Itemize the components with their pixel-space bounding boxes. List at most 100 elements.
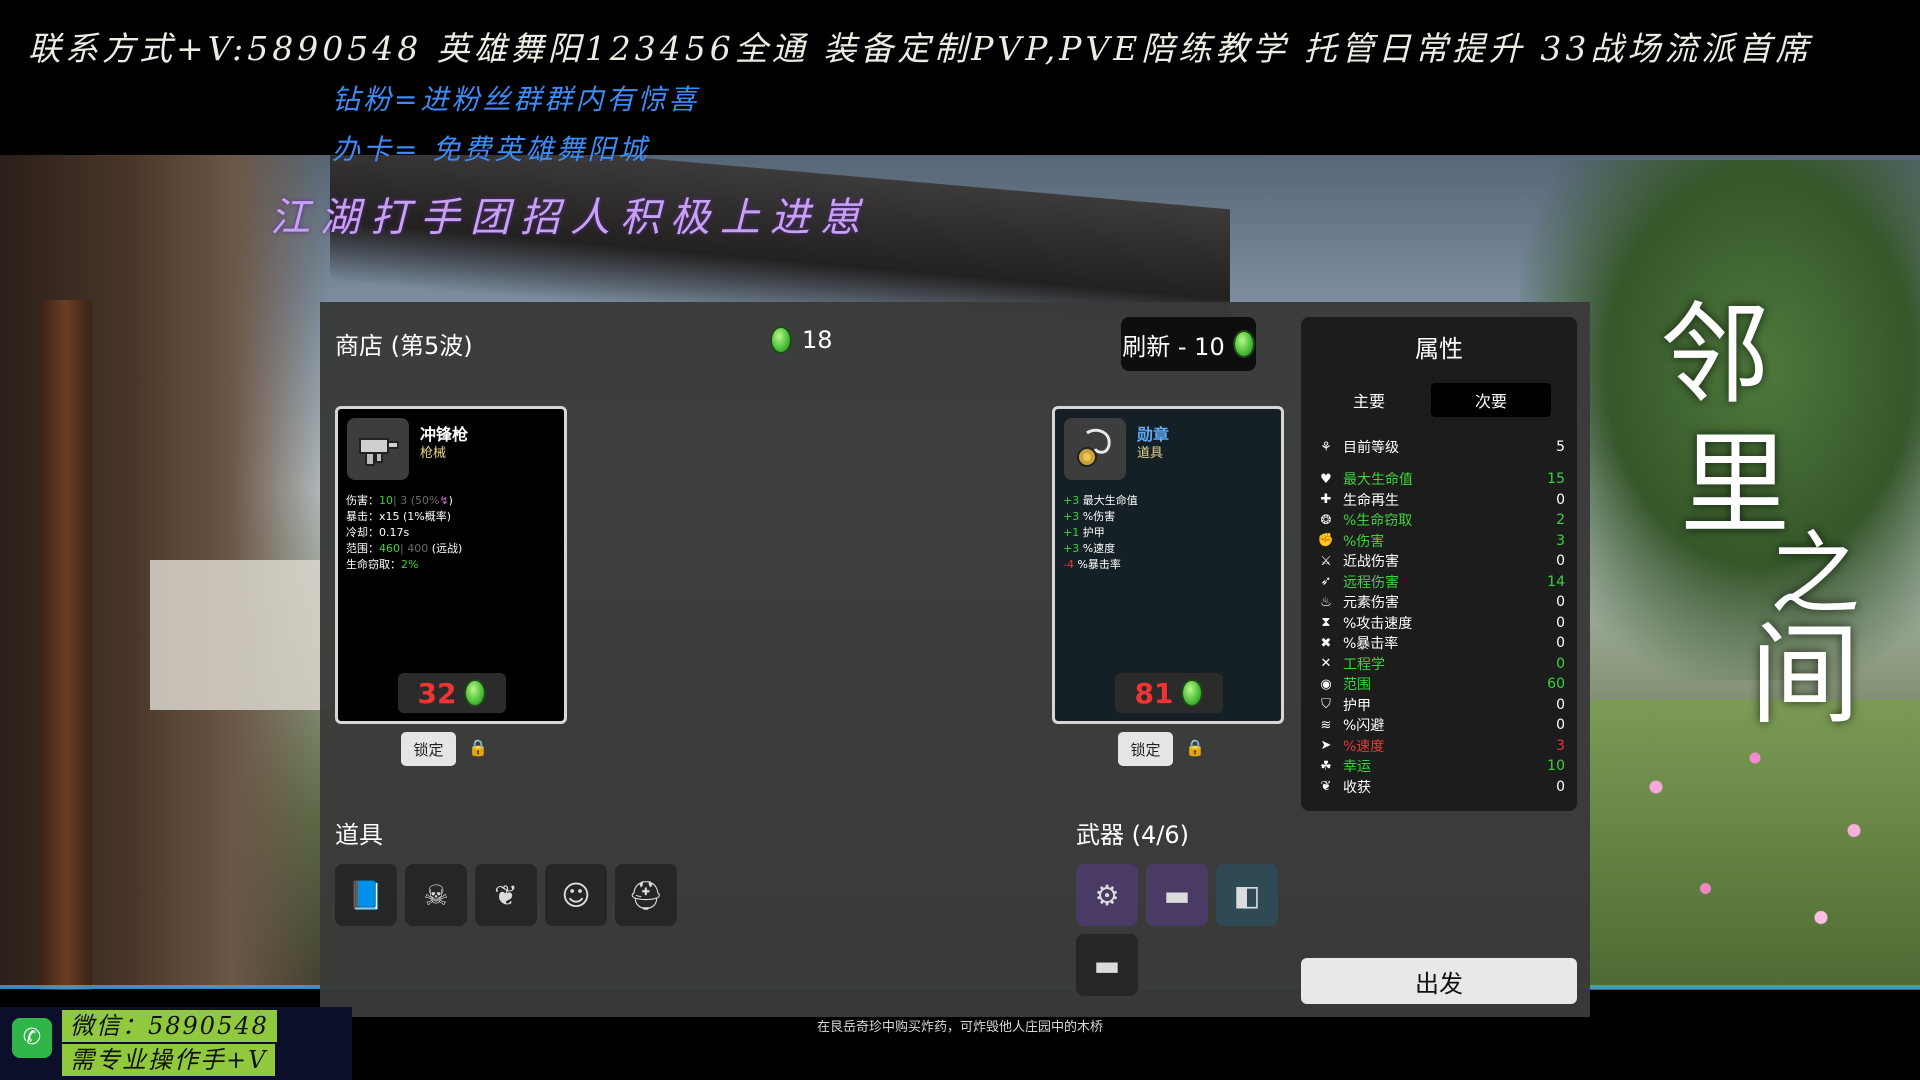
fire-icon: ♨ — [1320, 594, 1332, 610]
smg-icon[interactable]: ▬ — [1146, 864, 1208, 926]
book-icon[interactable]: 📘 — [335, 864, 397, 926]
stat-lifesteal: 生命窃取：2% — [346, 558, 419, 571]
lock-button[interactable]: 锁定 — [1118, 732, 1173, 766]
stat-crit: 暴击：x15 (1%概率) — [346, 510, 452, 523]
calligraphy-char: 之 — [1770, 522, 1860, 627]
effect-max-hp: +3 最大生命值 — [1063, 494, 1138, 507]
refresh-button[interactable]: 刷新 - 10 — [1121, 317, 1256, 371]
background-wall — [150, 560, 330, 710]
stat-range: 范围：460| 400 (远战) — [346, 542, 463, 555]
effect-crit: -4 %暴击率 — [1063, 558, 1121, 571]
laser-gun-icon[interactable]: ◧ — [1216, 864, 1278, 926]
card-category: 道具 — [1137, 446, 1164, 461]
stat-row-attack-speed: ⧗ %攻击速度 0 — [1315, 613, 1565, 633]
overlay-promo-card: 办卡= 免费英雄舞阳城 — [332, 133, 650, 166]
luck-icon: ☘ — [1320, 758, 1332, 774]
overlay-promo-fans: 钻粉=进粉丝群群内有惊喜 — [332, 83, 700, 116]
game-screen: 联系方式+V:5890548 英雄舞阳123456全通 装备定制PVP,PVE陪… — [0, 0, 1920, 1080]
calligraphy-title: 邻 里 之 间 — [1640, 300, 1900, 740]
butterfly-icon[interactable]: ❦ — [475, 864, 537, 926]
stat-row-max-hp: ♥ 最大生命值 15 — [1315, 469, 1565, 489]
stat-row-speed: ➤ %速度 3 — [1315, 736, 1565, 756]
overlay-recruit-text: 江湖打手团招人积极上进崽 — [270, 195, 870, 241]
stat-row-range: ◉ 范围 60 — [1315, 674, 1565, 694]
stat-row-crit: ✖ %暴击率 0 — [1315, 633, 1565, 653]
speed-icon: ➤ — [1320, 738, 1332, 753]
refresh-label: 刷新 - 10 — [1122, 332, 1225, 361]
material-icon — [1181, 679, 1204, 707]
minigun-icon[interactable]: ⚙ — [1076, 864, 1138, 926]
gold-counter: 18 — [770, 326, 833, 354]
shop-panel: 商店 (第5波) 18 刷新 - 10 冲锋枪 枪械 伤害：10| 3 (50%… — [320, 302, 1590, 1017]
card-stats: 伤害：10| 3 (50%↯) 暴击：x15 (1%概率) 冷却：0.17s 范… — [346, 493, 462, 573]
stats-panel: 属性 主要 次要 ⚘ 目前等级 5 ♥ 最大生命值 15 ✚ 生命再生 0 ❂ %生命窃取… — [1301, 317, 1577, 811]
go-button[interactable]: 出发 — [1301, 958, 1577, 1004]
shop-card-medal[interactable]: 勋章 道具 +3 最大生命值 +3 %伤害 +1 护甲 +3 %速度 -4 %暴… — [1052, 406, 1284, 724]
overlay-contact-line: 联系方式+V:5890548 英雄舞阳123456全通 装备定制PVP,PVE陪… — [28, 29, 1813, 68]
stat-row-engineering: ✕ 工程学 0 — [1315, 654, 1565, 674]
tab-primary[interactable]: 主要 — [1309, 383, 1429, 417]
card-effects: +3 最大生命值 +3 %伤害 +1 护甲 +3 %速度 -4 %暴击率 — [1063, 493, 1138, 573]
stat-row-luck: ☘ 幸运 10 — [1315, 756, 1565, 776]
padlock-icon: 🔒 — [468, 738, 488, 757]
shop-title: 商店 (第5波) — [335, 332, 473, 360]
wechat-id-text: 微信：5890548 — [62, 1010, 277, 1042]
stat-row-lifesteal: ❂ %生命窃取 2 — [1315, 510, 1565, 530]
material-icon — [464, 679, 487, 707]
smg-icon — [347, 418, 409, 480]
stat-row-harvest: ❦ 收获 0 — [1315, 777, 1565, 797]
regen-icon: ✚ — [1320, 492, 1332, 507]
stats-title: 属性 — [1415, 335, 1463, 363]
stat-damage: 伤害：10| 3 (50%↯) — [346, 494, 453, 507]
effect-speed: +3 %速度 — [1063, 542, 1116, 555]
background-pillar — [40, 300, 92, 990]
ranged-icon: ➶ — [1320, 574, 1332, 589]
heart-icon: ♥ — [1320, 471, 1332, 487]
stat-row-melee: ⚔ 近战伤害 0 — [1315, 551, 1565, 571]
buy-price-button[interactable]: 81 — [1115, 673, 1223, 713]
level-icon: ⚘ — [1320, 439, 1332, 455]
engineering-icon: ✕ — [1320, 656, 1332, 671]
lifesteal-icon: ❂ — [1320, 512, 1332, 528]
items-title: 道具 — [335, 821, 383, 849]
stat-row-damage: ✊ %伤害 3 — [1315, 531, 1565, 551]
crit-icon: ✖ — [1320, 635, 1332, 651]
damage-icon: ✊ — [1317, 533, 1335, 548]
melee-icon: ⚔ — [1320, 553, 1332, 569]
skull-mask-icon[interactable]: ☠ — [405, 864, 467, 926]
weapons-title: 武器 (4/6) — [1076, 821, 1189, 849]
wechat-icon: ✆ — [12, 1018, 52, 1058]
stat-row-armor: ⛉ 护甲 0 — [1315, 695, 1565, 715]
wechat-ad-text: 需专业操作手+V — [62, 1044, 276, 1076]
stat-row-level: ⚘ 目前等级 5 — [1315, 437, 1565, 457]
shop-card-smg[interactable]: 冲锋枪 枪械 伤害：10| 3 (50%↯) 暴击：x15 (1%概率) 冷却：… — [335, 406, 567, 724]
stat-row-ranged: ➶ 远程伤害 14 — [1315, 572, 1565, 592]
stat-row-elemental: ♨ 元素伤害 0 — [1315, 592, 1565, 612]
effect-damage: +3 %伤害 — [1063, 510, 1116, 523]
armor-icon: ⛉ — [1321, 697, 1331, 712]
propeller-hat-icon[interactable]: ⛑ — [615, 864, 677, 926]
stat-row-dodge: ≋ %闪避 0 — [1315, 715, 1565, 735]
effect-armor: +1 护甲 — [1063, 526, 1105, 539]
calligraphy-char: 间 — [1750, 611, 1860, 739]
price-value: 32 — [417, 676, 457, 710]
calligraphy-char: 邻 — [1660, 291, 1770, 419]
dodge-icon: ≋ — [1320, 717, 1332, 733]
padlock-icon: 🔒 — [1185, 738, 1205, 757]
stat-cooldown: 冷却：0.17s — [346, 526, 410, 539]
card-category: 枪械 — [420, 446, 447, 461]
ghost-icon[interactable]: ☺ — [545, 864, 607, 926]
tab-secondary[interactable]: 次要 — [1431, 383, 1551, 417]
gold-amount: 18 — [802, 326, 833, 354]
stat-row-regen: ✚ 生命再生 0 — [1315, 490, 1565, 510]
range-icon: ◉ — [1320, 676, 1332, 692]
smg-icon[interactable]: ▬ — [1076, 934, 1138, 996]
buy-price-button[interactable]: 32 — [398, 673, 506, 713]
attack-speed-icon: ⧗ — [1321, 615, 1331, 630]
price-value: 81 — [1134, 676, 1174, 710]
background-flowers — [1590, 700, 1920, 990]
material-icon — [1232, 330, 1255, 358]
lock-button[interactable]: 锁定 — [401, 732, 456, 766]
harvest-icon: ❦ — [1320, 779, 1332, 794]
medal-icon — [1064, 418, 1126, 480]
